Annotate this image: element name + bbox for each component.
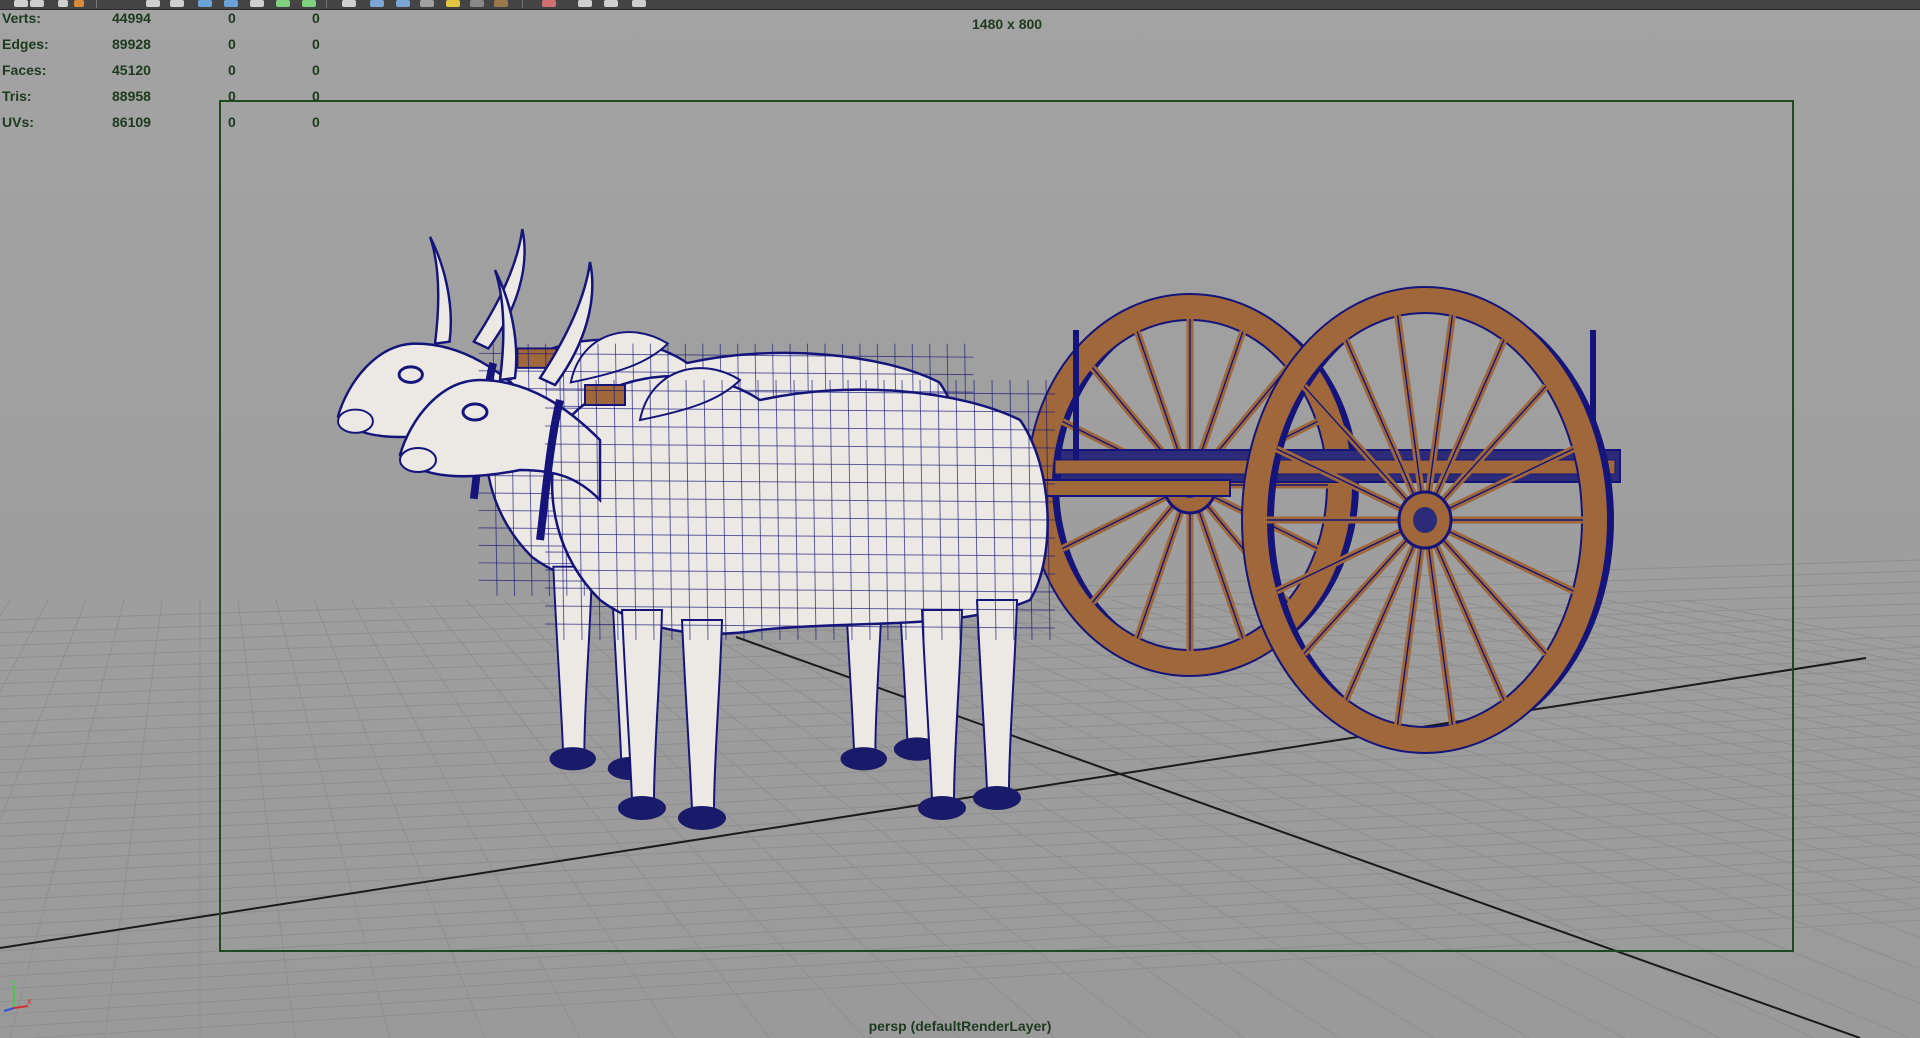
hud-label: Edges: [2, 36, 49, 52]
hud-selected-alt: 0 [312, 10, 320, 26]
hud-selected-alt: 0 [312, 114, 320, 130]
hud-selected: 0 [228, 10, 236, 26]
hud-label: Verts: [2, 10, 41, 26]
hud-value: 45120 [112, 62, 151, 78]
axis-x-label: x [27, 996, 32, 1006]
camera-name-label: persp (defaultRenderLayer) [868, 1018, 1052, 1034]
hud-value: 88958 [112, 88, 151, 104]
hud-selected: 0 [228, 114, 236, 130]
hud-selected: 0 [228, 36, 236, 52]
hud-row-uvs: UVs: 86109 0 0 [0, 114, 340, 134]
resolution-gate [219, 100, 1794, 952]
hud-label: Faces: [2, 62, 47, 78]
hud-label: UVs: [2, 114, 34, 130]
hud-label: Tris: [2, 88, 32, 104]
hud-selected-alt: 0 [312, 62, 320, 78]
hud-selected: 0 [228, 62, 236, 78]
hud-value: 89928 [112, 36, 151, 52]
hud-selected-alt: 0 [312, 36, 320, 52]
hud-row-faces: Faces: 45120 0 0 [0, 62, 340, 82]
hud-value: 86109 [112, 114, 151, 130]
axis-y-label: y [11, 978, 16, 987]
hud-selected: 0 [228, 88, 236, 104]
hud-row-edges: Edges: 89928 0 0 [0, 36, 340, 56]
hud-selected-alt: 0 [312, 88, 320, 104]
hud-value: 44994 [112, 10, 151, 26]
axis-gizmo: y x [3, 978, 32, 1012]
hud-row-tris: Tris: 88958 0 0 [0, 88, 340, 108]
hud-row-verts: Verts: 44994 0 0 [0, 10, 340, 30]
resolution-label: 1480 x 800 [972, 16, 1043, 32]
